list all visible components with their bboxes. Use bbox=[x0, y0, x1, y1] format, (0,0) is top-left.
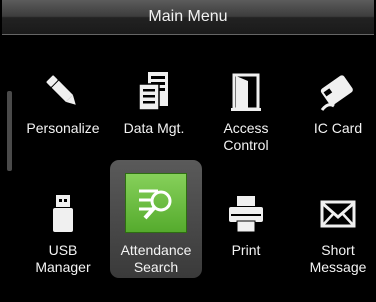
menu-item-label: Short Message bbox=[309, 242, 367, 275]
title-bar: Main Menu bbox=[2, 0, 374, 35]
scrollbar[interactable] bbox=[7, 91, 12, 171]
usb-icon bbox=[53, 195, 73, 232]
menu-item-label: Personalize bbox=[26, 120, 100, 136]
pencil-icon bbox=[46, 75, 76, 105]
menu-item-label: Print bbox=[231, 242, 261, 258]
menu-item-label: IC Card bbox=[313, 120, 363, 136]
menu-item-label: Data Mgt. bbox=[123, 120, 185, 136]
menu-item-attendance-search[interactable]: Attendance Search bbox=[110, 160, 202, 278]
page-title: Main Menu bbox=[148, 8, 228, 25]
menu-item-personalize[interactable]: Personalize bbox=[17, 62, 109, 180]
menu-item-short-message[interactable]: Short Message bbox=[292, 184, 376, 302]
envelope-icon bbox=[320, 200, 356, 228]
card-swipe-icon bbox=[320, 75, 353, 111]
database-icon bbox=[138, 72, 168, 111]
menu-item-usb-manager[interactable]: USB Manager bbox=[17, 184, 109, 302]
search-icon bbox=[139, 189, 172, 220]
menu-item-print[interactable]: Print bbox=[200, 184, 292, 302]
menu-item-ic-card[interactable]: IC Card bbox=[292, 62, 376, 180]
menu-item-label: Access Control bbox=[223, 120, 269, 153]
menu-item-access-control[interactable]: Access Control bbox=[200, 62, 292, 180]
printer-icon bbox=[229, 196, 263, 233]
menu-item-label: USB Manager bbox=[35, 242, 91, 275]
door-icon bbox=[231, 73, 261, 111]
menu-item-label: Attendance Search bbox=[120, 242, 192, 275]
